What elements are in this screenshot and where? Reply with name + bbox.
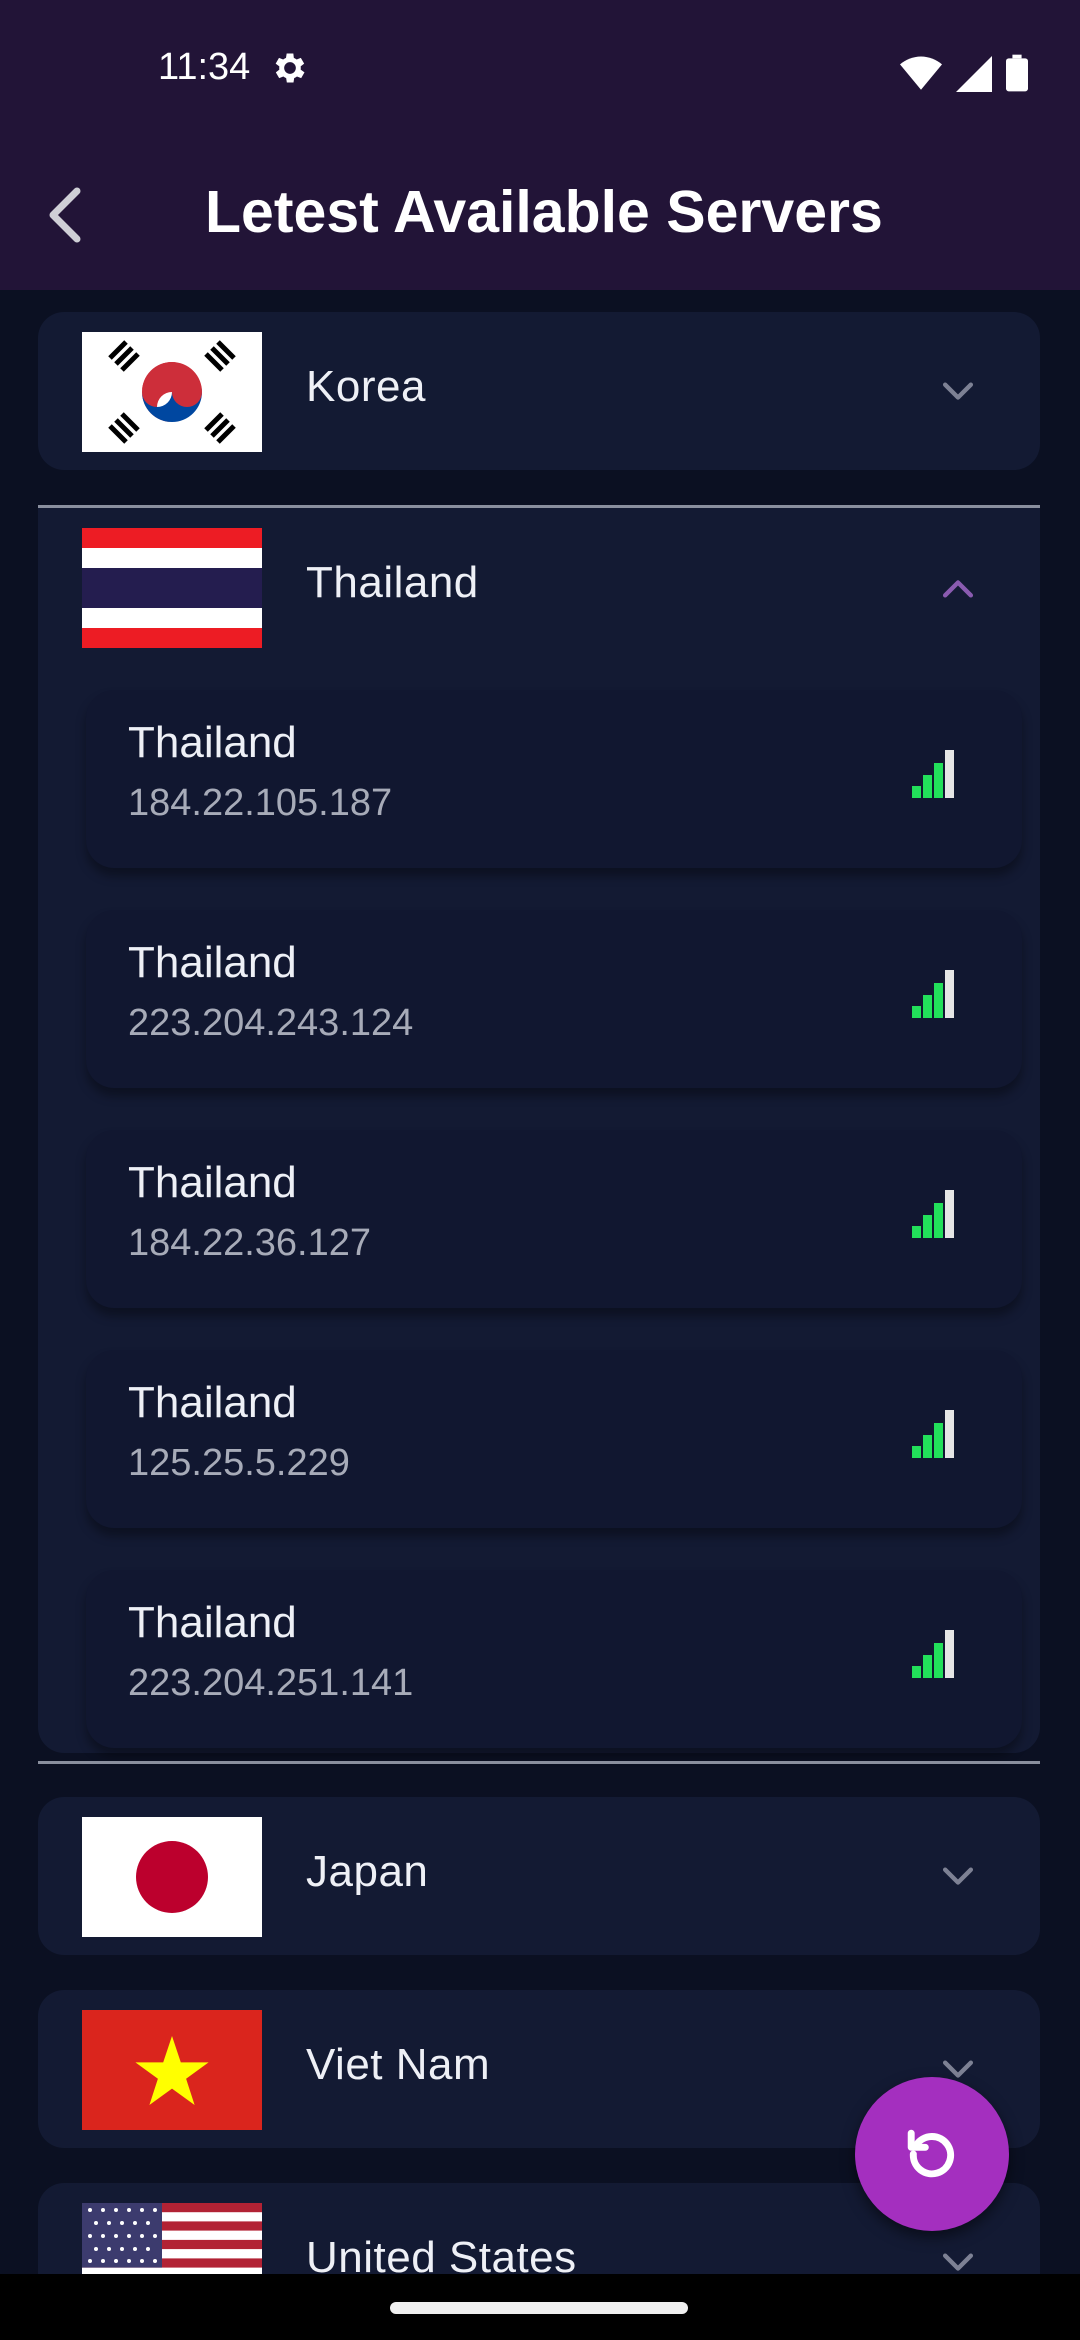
vietnam-flag [82,2010,262,2130]
server-name: Thailand [128,1158,297,1207]
country-name: Viet Nam [306,2040,491,2089]
page-title: Letest Available Servers [205,179,883,245]
status-icons [900,52,1028,92]
signal-strength-icon [912,750,954,798]
app-bar: Letest Available Servers [0,140,1080,290]
wifi-icon [900,56,942,90]
server-name: Thailand [128,1378,297,1427]
server-name: Thailand [128,938,297,987]
arrow-back-icon [49,187,81,243]
status-time: 11:34 [158,46,251,88]
chevron-down-icon[interactable] [936,370,980,414]
server-ip: 184.22.105.187 [128,782,393,824]
server-name: Thailand [128,1598,297,1647]
usa-flag [82,2203,262,2274]
server-ip: 223.204.243.124 [128,1002,414,1044]
server-item[interactable]: Thailand 184.22.105.187 [86,690,1022,868]
server-ip: 223.204.251.141 [128,1662,414,1704]
chevron-down-icon[interactable] [936,1855,980,1899]
refresh-button[interactable] [855,2077,1009,2231]
gear-icon [275,53,305,83]
server-name: Thailand [128,718,297,767]
navigation-bar [0,2274,1080,2340]
signal-strength-icon [912,970,954,1018]
country-name: Thailand [306,558,479,607]
home-gesture-handle[interactable] [390,2302,688,2314]
server-ip: 125.25.5.229 [128,1442,350,1484]
chevron-down-icon[interactable] [936,2241,980,2274]
japan-flag [82,1817,262,1937]
korea-flag [82,332,262,452]
refresh-icon [907,2129,955,2178]
country-item-korea[interactable]: Korea [38,312,1040,470]
server-item[interactable]: Thailand 125.25.5.229 [86,1350,1022,1528]
thailand-flag [82,528,262,648]
cellular-signal-icon [956,56,992,92]
server-item[interactable]: Thailand 184.22.36.127 [86,1130,1022,1308]
battery-icon [1006,54,1028,92]
divider [38,1761,1040,1764]
back-button[interactable] [30,180,100,250]
chevron-up-icon[interactable] [936,566,980,610]
country-item-japan[interactable]: Japan [38,1797,1040,1955]
server-item[interactable]: Thailand 223.204.243.124 [86,910,1022,1088]
server-ip: 184.22.36.127 [128,1222,372,1264]
country-name: United States [306,2233,577,2274]
server-list[interactable]: Korea Thailand Thailand 184.22.105.187 T… [0,290,1080,2274]
country-name: Korea [306,362,426,411]
server-item[interactable]: Thailand 223.204.251.141 [86,1570,1022,1748]
signal-strength-icon [912,1190,954,1238]
country-name: Japan [306,1847,429,1896]
signal-strength-icon [912,1410,954,1458]
status-bar: 11:34 [0,0,1080,140]
signal-strength-icon [912,1630,954,1678]
